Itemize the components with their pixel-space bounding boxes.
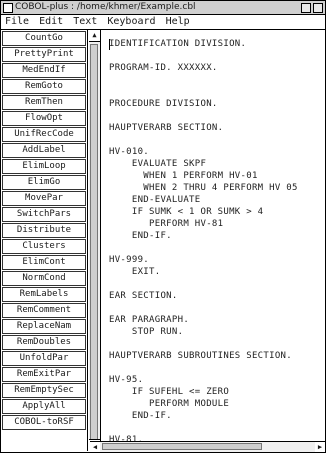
code-line: PERFORM HV-81 (109, 219, 224, 229)
title-bar[interactable]: COBOL-plus : /home/khmer/Example.cbl (1, 1, 325, 15)
minimize-icon[interactable] (301, 3, 311, 13)
transform-button[interactable]: RemLabels (2, 287, 86, 302)
transform-button[interactable]: MedEndIf (2, 63, 86, 78)
code-line: IDENTIFICATION DIVISION. (109, 39, 247, 49)
code-line: HV-010. (109, 147, 150, 157)
code-line: IF SUFEHL <= ZERO (109, 387, 230, 397)
transform-button-panel: CountGo PrettyPrint MedEndIf RemGoto RemThen… (1, 30, 88, 451)
code-line: HAUPTVERARB SUBROUTINES SECTION. (109, 351, 292, 361)
code-line: EXIT. (109, 267, 161, 277)
horizontal-scrollbar[interactable]: ◀ ▶ (90, 441, 325, 452)
transform-button[interactable]: UnifRecCode (2, 127, 86, 142)
transform-button[interactable]: UnfoldPar (2, 351, 86, 366)
scroll-thumb[interactable] (90, 44, 98, 440)
transform-button[interactable]: Clusters (2, 239, 86, 254)
menu-bar: File Edit Text Keyboard Help (1, 15, 325, 30)
transform-button[interactable]: RemGoto (2, 79, 86, 94)
hscroll-thumb[interactable] (102, 443, 262, 450)
transform-button[interactable]: ApplyAll (2, 399, 86, 414)
code-line: HV-95. (109, 375, 144, 385)
transform-button[interactable]: RemEmptySec (2, 383, 86, 398)
transform-button[interactable]: RemDoubles (2, 335, 86, 350)
transform-button[interactable]: COBOL-toRSF (2, 415, 86, 430)
code-line: STOP RUN. (109, 327, 184, 337)
scroll-up-icon[interactable]: ▲ (89, 30, 100, 42)
code-line: END-EVALUATE (109, 195, 201, 205)
code-line: HAUPTVERARB SECTION. (109, 123, 224, 133)
transform-button[interactable]: ElimGo (2, 175, 86, 190)
menu-keyboard[interactable]: Keyboard (107, 15, 155, 29)
transform-button[interactable]: MovePar (2, 191, 86, 206)
code-line: END-IF. (109, 231, 172, 241)
code-line: PERFORM MODULE (109, 399, 230, 409)
scroll-left-icon[interactable]: ◀ (90, 442, 100, 452)
code-line: IF SUMK < 1 OR SUMK > 4 (109, 207, 264, 217)
window-title: COBOL-plus : /home/khmer/Example.cbl (15, 2, 196, 12)
transform-button[interactable]: Distribute (2, 223, 86, 238)
vertical-scrollbar[interactable]: ▲ ▼ (89, 30, 101, 451)
code-line: EAR PARAGRAPH. (109, 315, 190, 325)
code-line: EAR SECTION. (109, 291, 178, 301)
menu-edit[interactable]: Edit (39, 15, 63, 29)
maximize-icon[interactable] (313, 3, 323, 13)
window-menu-icon[interactable] (3, 3, 13, 13)
transform-button[interactable]: ElimCont (2, 255, 86, 270)
transform-button[interactable]: CountGo (2, 31, 86, 46)
code-line: END-IF. (109, 411, 172, 421)
menu-file[interactable]: File (5, 15, 29, 29)
code-line: WHEN 2 THRU 4 PERFORM HV 05 (109, 183, 298, 193)
code-line: HV-999. (109, 255, 150, 265)
transform-button[interactable]: NormCond (2, 271, 86, 286)
code-line: EVALUATE SKPF (109, 159, 207, 169)
transform-button[interactable]: SwitchPars (2, 207, 86, 222)
menu-text[interactable]: Text (73, 15, 97, 29)
code-line: PROGRAM-ID. XXXXXX. (109, 63, 218, 73)
menu-help[interactable]: Help (166, 15, 190, 29)
transform-button[interactable]: FlowOpt (2, 111, 86, 126)
transform-button[interactable]: ElimLoop (2, 159, 86, 174)
transform-button[interactable]: RemExitPar (2, 367, 86, 382)
app-window: COBOL-plus : /home/khmer/Example.cbl Fil… (0, 0, 326, 453)
transform-button[interactable]: RemThen (2, 95, 86, 110)
transform-button[interactable]: AddLabel (2, 143, 86, 158)
code-editor[interactable]: IDENTIFICATION DIVISION. PROGRAM-ID. XXXX… (102, 30, 324, 451)
transform-button[interactable]: PrettyPrint (2, 47, 86, 62)
transform-button[interactable]: RemComment (2, 303, 86, 318)
transform-button[interactable]: ReplaceNam (2, 319, 86, 334)
code-line: PROCEDURE DIVISION. (109, 99, 218, 109)
code-line: WHEN 1 PERFORM HV-01 (109, 171, 258, 181)
scroll-right-icon[interactable]: ▶ (315, 442, 325, 452)
